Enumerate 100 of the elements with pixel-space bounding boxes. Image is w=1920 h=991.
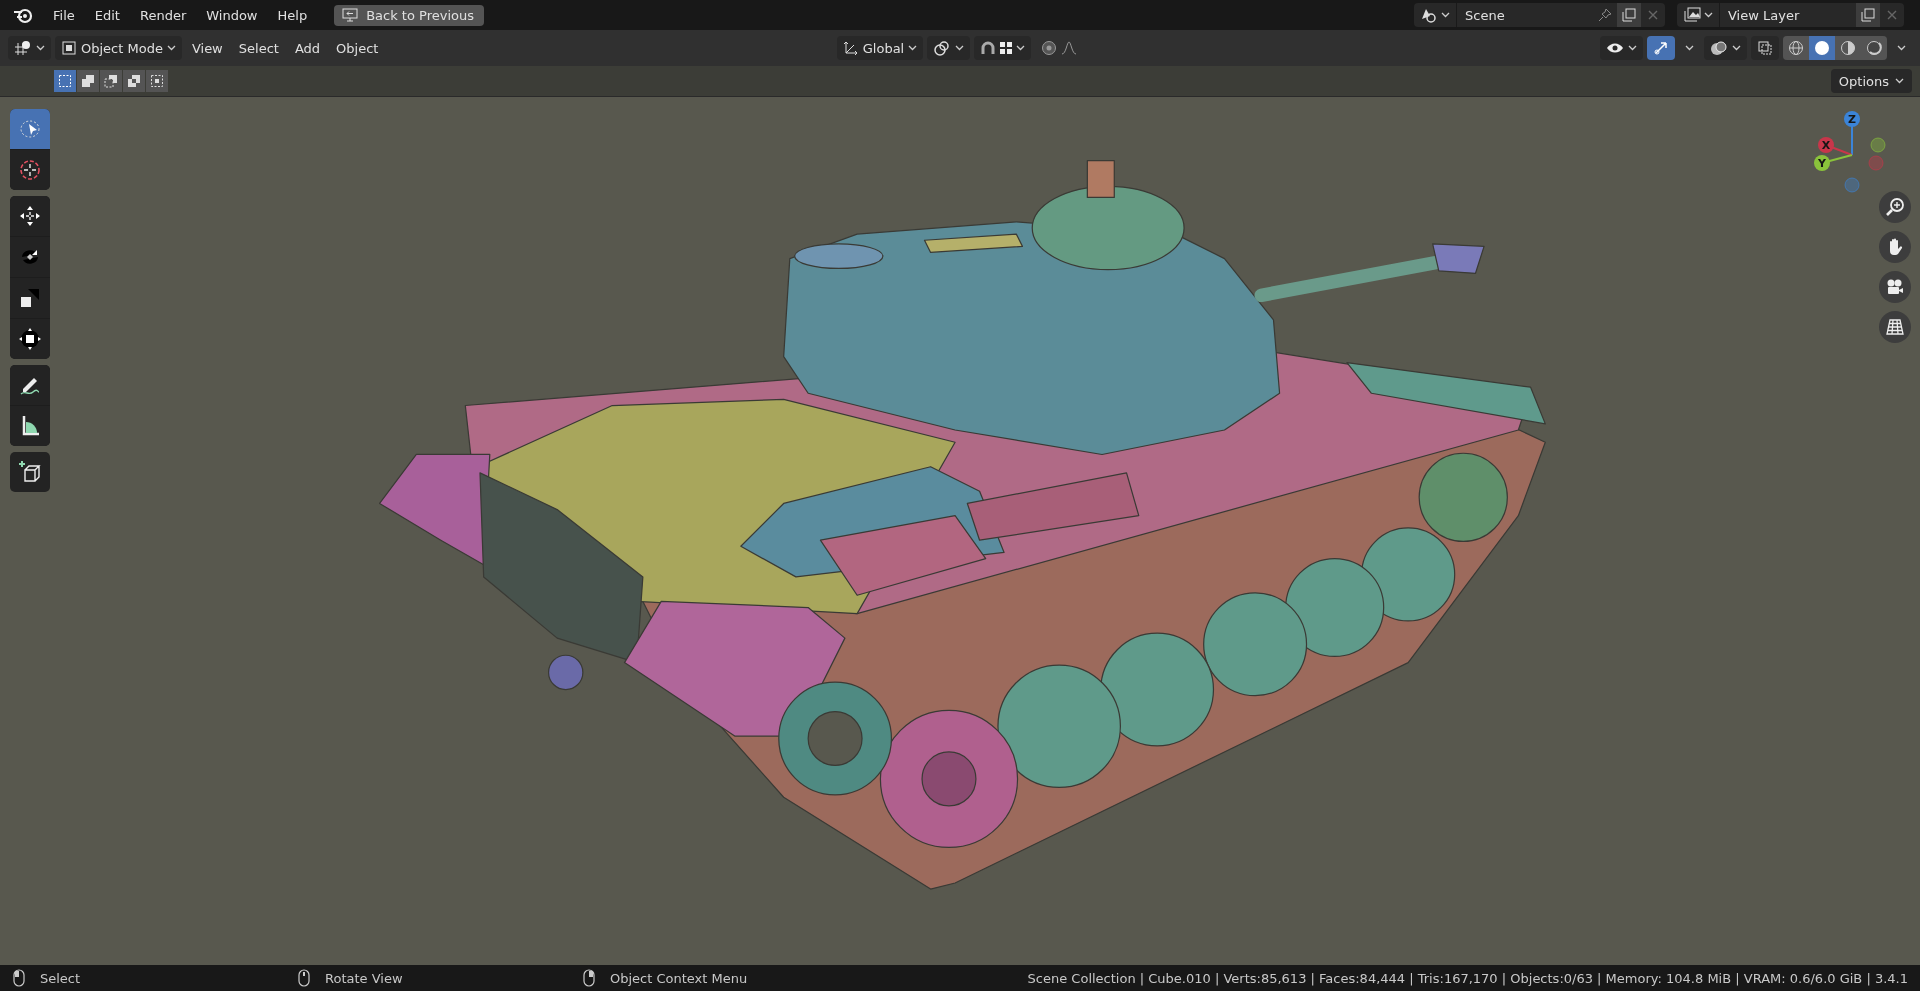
chevron-icon: [1628, 45, 1637, 51]
cube-outline-icon: [61, 40, 77, 56]
menu-item[interactable]: Render: [130, 3, 196, 27]
shading-mode-button[interactable]: [1861, 36, 1887, 60]
menu-item[interactable]: Object: [330, 36, 385, 60]
chevron-icon: [955, 45, 965, 51]
overlays-button[interactable]: [1704, 36, 1747, 60]
tool-button[interactable]: [10, 452, 50, 492]
menu-item[interactable]: View: [185, 36, 229, 60]
chevron-icon: [1732, 45, 1741, 51]
menu-item[interactable]: File: [44, 3, 84, 27]
menu-item[interactable]: Help: [268, 3, 317, 27]
scene-statistics: Scene Collection | Cube.010 | Verts:85,613 | Faces:84,444 | Tris:167,170 | Objects:0/63 | Memory: 104.8 MiB | VRAM: 0.6/6.0 GiB | 3.4.1: [1027, 970, 1908, 986]
chevron-icon: [36, 45, 45, 51]
tank-model-drawing[interactable]: [378, 160, 1546, 890]
material-sphere-icon: [1840, 40, 1856, 56]
selection-mode-button[interactable]: [100, 70, 122, 92]
chevron-icon: [1685, 45, 1694, 51]
app-logo-icon[interactable]: [12, 6, 34, 24]
mouse-icon: [582, 969, 596, 987]
solid-sphere-icon: [1814, 40, 1830, 56]
selection-mode-button[interactable]: [146, 70, 168, 92]
menu-item[interactable]: Window: [197, 3, 267, 27]
editor-type-button[interactable]: [8, 36, 51, 60]
status-hint: Rotate View: [325, 970, 403, 986]
xray-toggle[interactable]: [1751, 36, 1779, 60]
axis-negative-handle[interactable]: [1870, 137, 1886, 153]
orientation-axes-icon: [842, 40, 859, 56]
shading-mode-button[interactable]: [1809, 36, 1835, 60]
target-circle-icon: [1041, 40, 1058, 56]
duplicate-icon[interactable]: [1622, 8, 1636, 22]
tool-button[interactable]: [10, 278, 50, 318]
camera-icon: [1885, 277, 1905, 297]
monitor-back-icon: [342, 8, 359, 22]
orientation-dropdown[interactable]: Global: [836, 36, 924, 60]
navigation-button[interactable]: [1879, 271, 1911, 303]
zoom-icon: [1885, 197, 1905, 217]
menu-item[interactable]: Edit: [85, 3, 129, 27]
select-intersect-icon: [150, 74, 164, 88]
select-new-icon: [58, 74, 72, 88]
visibility-dropdown[interactable]: [1600, 36, 1643, 60]
menu-item[interactable]: Select: [232, 36, 285, 60]
pivot-icon: [933, 40, 952, 56]
gizmo-toggle[interactable]: [1647, 36, 1675, 60]
scene-selector[interactable]: Scene: [1414, 3, 1665, 27]
mode-dropdown[interactable]: Object Mode: [55, 36, 182, 60]
snap-toggle[interactable]: [974, 36, 1032, 60]
select-difference-icon: [127, 74, 141, 88]
tool-button[interactable]: [10, 196, 50, 236]
duplicate-icon[interactable]: [1861, 8, 1875, 22]
close-icon[interactable]: [1647, 9, 1659, 21]
wireframe-sphere-icon: [1788, 40, 1804, 56]
axis-handle[interactable]: Y: [1814, 154, 1853, 171]
selection-mode-button[interactable]: [77, 70, 99, 92]
tool-button[interactable]: [10, 406, 50, 446]
select-extend-icon: [81, 74, 95, 88]
chevron-icon: [166, 45, 176, 51]
xray-squares-icon: [1757, 40, 1773, 56]
eye-icon: [1606, 41, 1624, 55]
shading-mode-button[interactable]: [1835, 36, 1861, 60]
navigation-button[interactable]: [1879, 191, 1911, 223]
axes-icon: [14, 40, 32, 56]
selection-mode-button[interactable]: [123, 70, 145, 92]
3d-viewport[interactable]: Z X Y: [0, 96, 1920, 965]
rendered-sphere-icon: [1866, 40, 1882, 56]
tool-button[interactable]: [10, 365, 50, 405]
ruler-icon: [22, 416, 39, 436]
tool-button[interactable]: [10, 319, 50, 359]
chevron-icon: [908, 45, 918, 51]
overlay-circles-icon: [1710, 40, 1728, 56]
axis-negative-handle[interactable]: [1868, 155, 1884, 171]
status-hint: Select: [40, 970, 81, 986]
navigation-button[interactable]: [1879, 231, 1911, 263]
back-to-previous-button[interactable]: Back to Previous: [334, 4, 484, 26]
axis-handle[interactable]: X: [1818, 137, 1853, 156]
shading-mode-button[interactable]: [1783, 36, 1809, 60]
mouse-icon: [297, 969, 311, 987]
view-layer-selector[interactable]: View Layer: [1677, 3, 1904, 27]
chevron-icon: [1895, 78, 1904, 84]
pencil-icon: [20, 378, 40, 395]
crosshair-icon: [20, 160, 40, 180]
add-cube-icon: [18, 460, 41, 482]
scale-icon: [21, 289, 39, 307]
select-subtract-icon: [104, 74, 118, 88]
chevron-icon: [1441, 12, 1450, 18]
transform-icon: [19, 328, 41, 350]
pin-icon[interactable]: [1598, 8, 1612, 22]
pivot-point-button[interactable]: [927, 36, 971, 60]
chevron-icon: [1704, 12, 1713, 18]
menu-item[interactable]: Add: [288, 36, 327, 60]
axis-handle[interactable]: Z: [1844, 111, 1860, 156]
navigation-button[interactable]: [1879, 311, 1911, 343]
options-dropdown[interactable]: Options: [1830, 69, 1912, 93]
scene-icon: [1420, 7, 1438, 23]
selection-mode-button[interactable]: [54, 70, 76, 92]
axis-negative-handle[interactable]: [1844, 177, 1860, 193]
select-cursor-icon: [20, 120, 40, 138]
chevron-icon: [1897, 45, 1906, 51]
close-icon[interactable]: [1886, 9, 1898, 21]
gizmo-arrows-icon: [1653, 40, 1669, 56]
